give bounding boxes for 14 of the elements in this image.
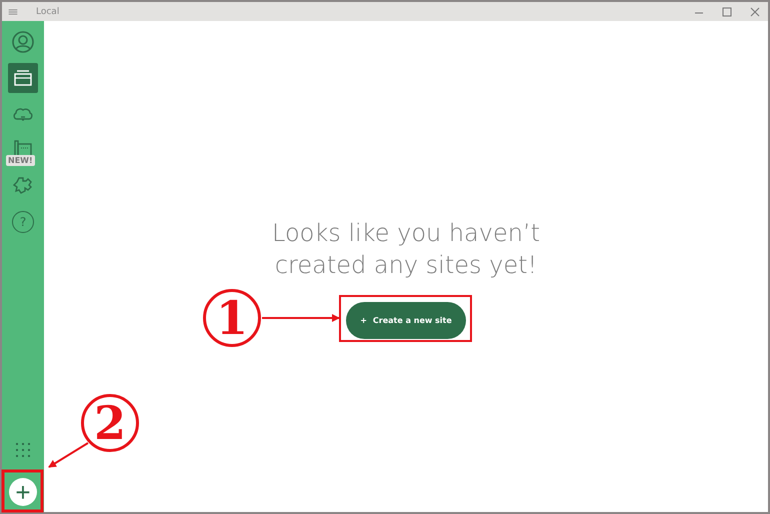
highlight-frame <box>2 470 44 512</box>
step-number: 1 <box>203 289 261 347</box>
maximize-icon[interactable] <box>720 4 734 18</box>
sidebar-item[interactable]: NEW! <box>8 135 38 165</box>
sidebar-item[interactable] <box>8 63 38 93</box>
window-title: Local <box>36 6 60 16</box>
user-icon <box>11 30 35 54</box>
close-icon[interactable] <box>748 4 762 18</box>
grid-icon[interactable] <box>15 442 31 458</box>
empty-message: Looks like you haven’t created any sites yet! <box>271 218 541 281</box>
create-button[interactable]: + Create a new site <box>346 302 466 339</box>
step-number: 2 <box>81 394 139 452</box>
new-badge: NEW! <box>6 155 35 166</box>
arrow <box>48 442 89 468</box>
